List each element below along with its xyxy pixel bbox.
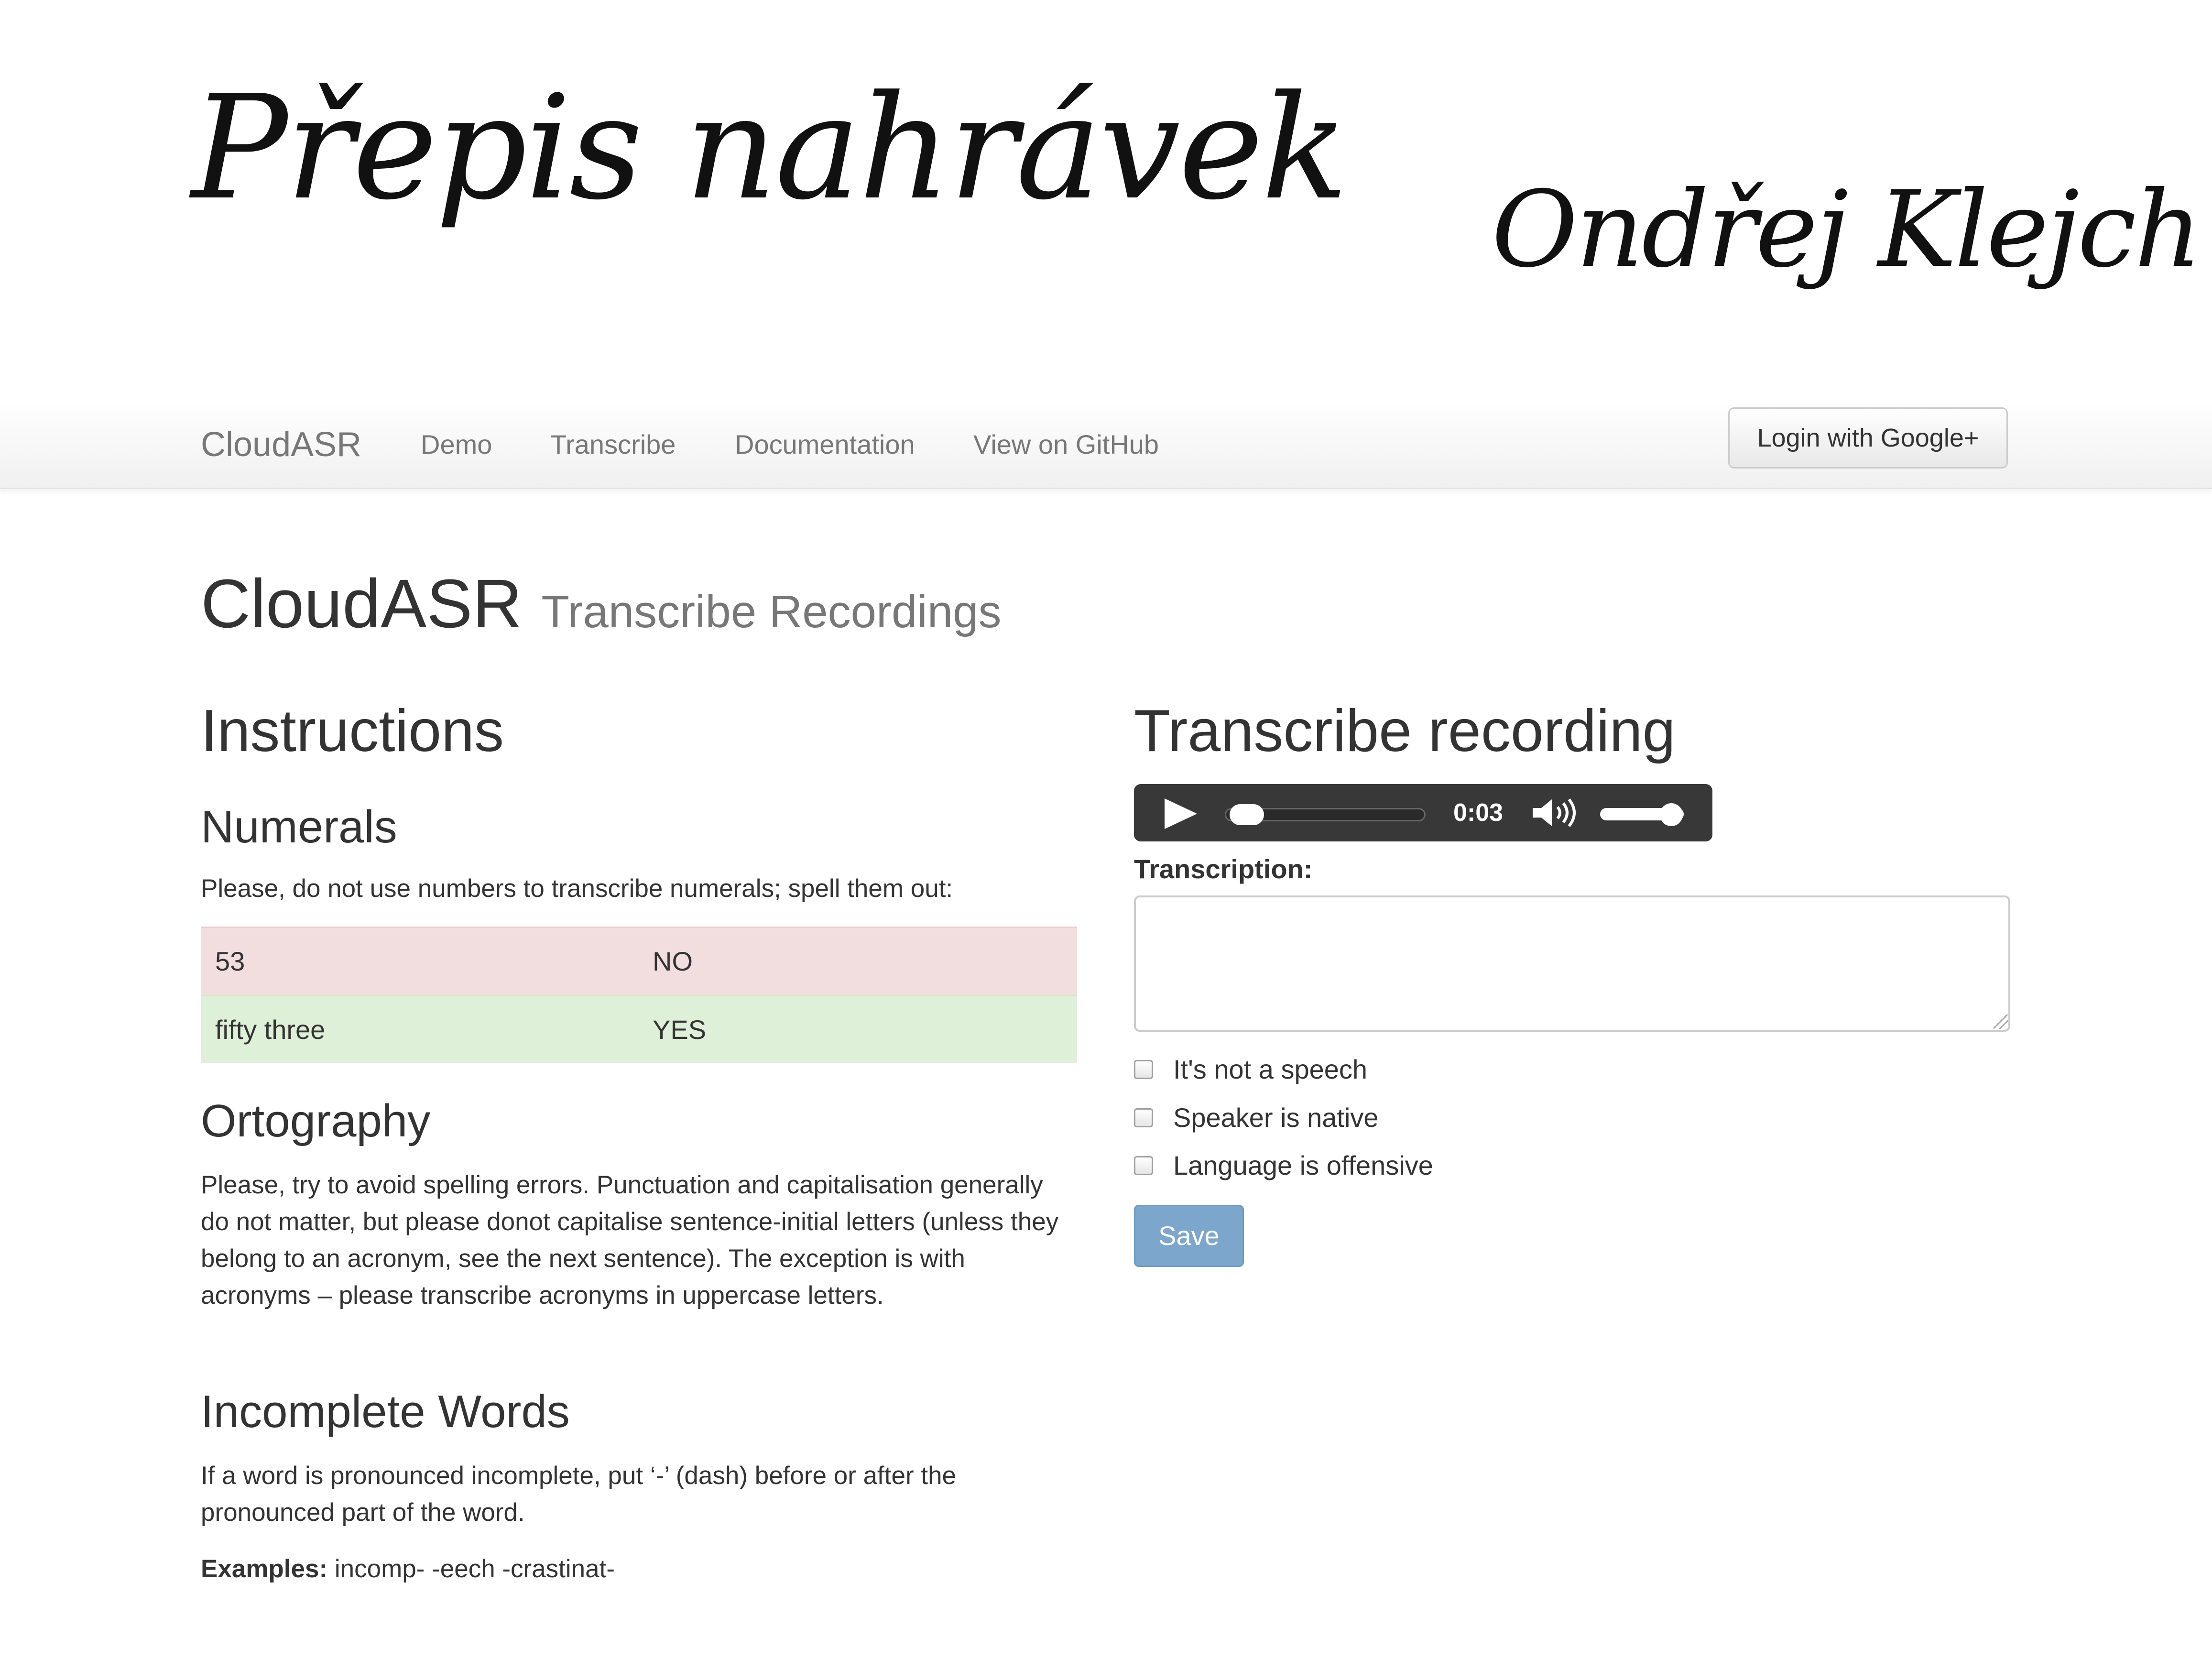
play-icon[interactable] bbox=[1165, 798, 1197, 829]
not-speech-checkbox[interactable] bbox=[1134, 1060, 1153, 1079]
transcribe-heading: Transcribe recording bbox=[1134, 698, 1676, 764]
transcription-label: Transcription: bbox=[1134, 854, 1313, 884]
offensive-language-checkbox[interactable] bbox=[1134, 1156, 1153, 1175]
login-google-button[interactable]: Login with Google+ bbox=[1728, 407, 2008, 469]
page-subtitle: Transcribe Recordings bbox=[541, 586, 1002, 637]
examples-line: Examples: incomp- -eech -crastinat- bbox=[201, 1550, 1076, 1587]
ortography-text: Please, try to avoid spelling errors. Pu… bbox=[201, 1171, 1059, 1310]
volume-icon[interactable] bbox=[1531, 797, 1579, 828]
transcription-input[interactable] bbox=[1134, 895, 2010, 1032]
examples-text: incomp- -eech -crastinat- bbox=[334, 1555, 615, 1583]
table-row: 53 NO bbox=[201, 927, 1077, 995]
handwritten-author: Ondřej Klejch bbox=[1492, 168, 2202, 291]
handwritten-title: Přepis nahrávek bbox=[191, 65, 1348, 231]
page-header: CloudASR Transcribe Recordings bbox=[201, 564, 1001, 644]
ortography-heading: Ortography bbox=[201, 1095, 431, 1146]
numerals-table: 53 NO fifty three YES bbox=[201, 927, 1077, 1063]
table-cell-example: fifty three bbox=[215, 1015, 326, 1045]
volume-handle[interactable] bbox=[1659, 803, 1683, 826]
audio-player: 0:03 bbox=[1134, 784, 1712, 841]
native-speaker-label[interactable]: Speaker is native bbox=[1173, 1102, 1379, 1133]
textarea-resize-handle[interactable] bbox=[1994, 1015, 2008, 1029]
save-button[interactable]: Save bbox=[1134, 1205, 1244, 1267]
nav-link-transcribe[interactable]: Transcribe bbox=[550, 402, 676, 488]
incomplete-words-text: If a word is pronounced incomplete, put … bbox=[201, 1462, 957, 1527]
table-cell-verdict: NO bbox=[653, 946, 693, 976]
offensive-language-label[interactable]: Language is offensive bbox=[1173, 1150, 1433, 1181]
navbar-brand[interactable]: CloudASR bbox=[201, 402, 361, 488]
native-speaker-checkbox[interactable] bbox=[1134, 1108, 1153, 1127]
nav-link-github[interactable]: View on GitHub bbox=[973, 402, 1159, 488]
seek-handle[interactable] bbox=[1230, 804, 1264, 825]
nav-link-demo[interactable]: Demo bbox=[421, 402, 492, 488]
incomplete-words-heading: Incomplete Words bbox=[201, 1386, 570, 1437]
numerals-text: Please, do not use numbers to transcribe… bbox=[201, 874, 953, 903]
numerals-heading: Numerals bbox=[201, 801, 397, 852]
not-speech-label[interactable]: It's not a speech bbox=[1173, 1054, 1367, 1085]
time-display: 0:03 bbox=[1453, 799, 1504, 827]
table-row: fifty three YES bbox=[201, 995, 1077, 1063]
table-cell-example: 53 bbox=[215, 946, 245, 976]
examples-label: Examples: bbox=[201, 1555, 328, 1583]
nav-link-documentation[interactable]: Documentation bbox=[735, 402, 915, 488]
page-title: CloudASR bbox=[201, 565, 523, 642]
instructions-heading: Instructions bbox=[201, 698, 504, 764]
navbar: CloudASR Demo Transcribe Documentation V… bbox=[0, 402, 2212, 489]
table-cell-verdict: YES bbox=[653, 1015, 707, 1045]
